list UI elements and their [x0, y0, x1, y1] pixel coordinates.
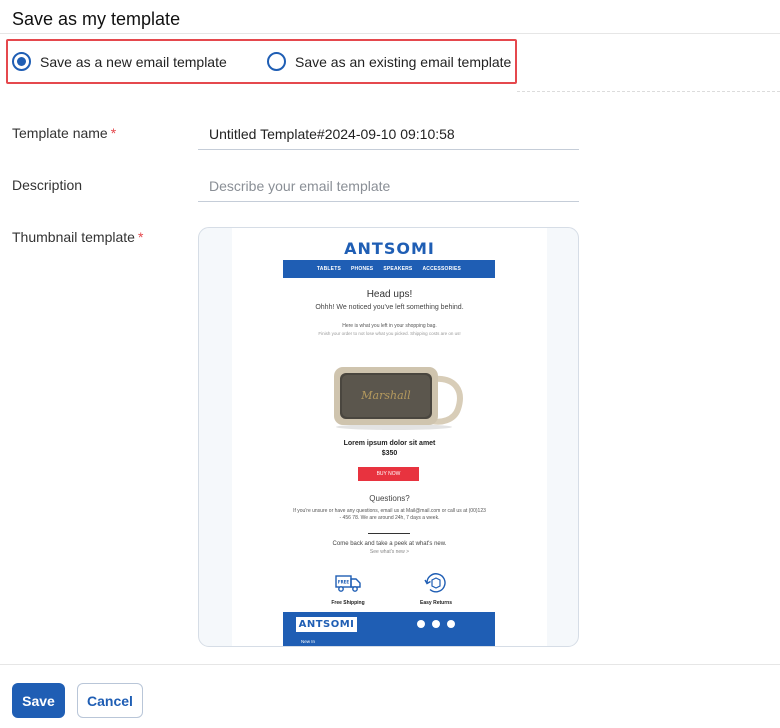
footer-logo: ANTSOMI [296, 617, 357, 632]
instagram-icon [432, 620, 440, 628]
easy-returns-icon [424, 573, 446, 593]
dialog-title: Save as my template [12, 9, 181, 29]
social-icon [447, 620, 455, 628]
radio-save-new[interactable]: Save as a new email template [12, 52, 227, 71]
email-footer: ANTSOMI New In [283, 612, 495, 646]
dashed-divider [517, 91, 780, 92]
cancel-button[interactable]: Cancel [77, 683, 143, 718]
template-name-label: Template name * [12, 125, 117, 141]
questions-heading: Questions? [369, 494, 410, 503]
facebook-icon [417, 620, 425, 628]
required-mark: * [110, 125, 117, 141]
brand-logo: ANTSOMI [344, 239, 435, 258]
come-back-text: Come back and take a peek at what's new. [332, 541, 447, 547]
easy-returns-label: Easy Returns [420, 600, 452, 606]
free-shipping-icon: FREE [335, 575, 361, 592]
email-nav: TABLETS PHONES SPEAKERS ACCESSORIES [283, 260, 495, 278]
email-line1: Here is what you left in your shopping b… [342, 323, 437, 329]
radio-save-existing[interactable]: Save as an existing email template [267, 52, 511, 71]
free-shipping-label: Free Shipping [331, 600, 365, 606]
email-subheading: Ohhh! We noticed you've left something b… [315, 304, 464, 311]
thumbnail-preview[interactable]: ANTSOMI TABLETS PHONES SPEAKERS ACCESSOR… [198, 227, 579, 647]
footer-divider [0, 664, 780, 665]
radio-save-existing-label: Save as an existing email template [295, 53, 512, 70]
email-preview: ANTSOMI TABLETS PHONES SPEAKERS ACCESSOR… [232, 228, 547, 646]
product-name: Lorem ipsum dolor sit amet [343, 440, 436, 447]
nav-item: TABLETS [316, 266, 342, 272]
buy-now-button: BUY NOW [358, 467, 419, 481]
email-heading: Head ups! [366, 289, 413, 300]
thumbnail-label: Thumbnail template * [12, 229, 144, 245]
svg-text:FREE: FREE [338, 580, 350, 585]
description-label: Description [12, 177, 83, 193]
radio-selected-icon[interactable] [12, 52, 31, 71]
radio-save-new-label: Save as a new email template [40, 53, 227, 70]
save-button[interactable]: Save [12, 683, 65, 718]
svg-text:Marshall: Marshall [360, 389, 411, 402]
product-price: $350 [381, 450, 398, 457]
nav-item: ACCESSORIES [422, 266, 462, 272]
nav-item: SPEAKERS [383, 266, 413, 272]
description-input[interactable]: Describe your email template [198, 173, 579, 202]
required-mark: * [137, 229, 144, 245]
title-divider [0, 33, 780, 34]
see-new-link: See what's new > [369, 549, 410, 555]
email-line2: Finish your order to not lose what you p… [318, 331, 461, 336]
email-divider [368, 533, 410, 534]
template-name-input[interactable]: Untitled Template#2024-09-10 09:10:58 [198, 121, 579, 150]
speaker-product-image: Marshall [334, 367, 463, 430]
questions-text: If you're unsure or have any questions, … [293, 508, 486, 521]
footer-text: New In [301, 639, 316, 644]
nav-item: PHONES [351, 266, 374, 272]
radio-unselected-icon[interactable] [267, 52, 286, 71]
